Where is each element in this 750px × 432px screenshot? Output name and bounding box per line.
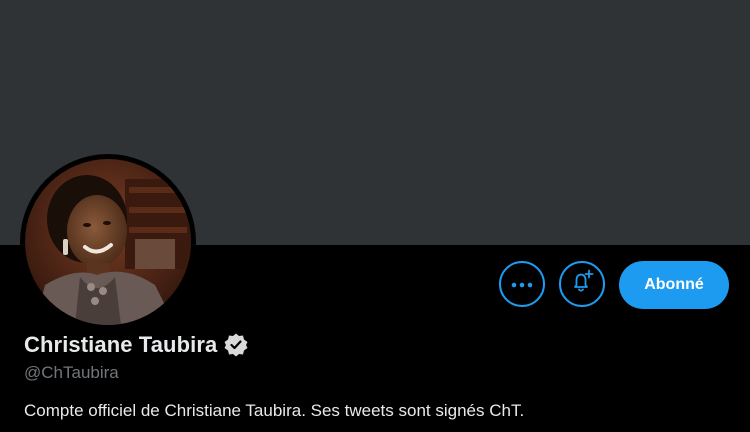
profile-bio: Compte officiel de Christiane Taubira. S…	[24, 401, 525, 420]
name-row: Christiane Taubira	[24, 332, 249, 358]
following-button[interactable]: Abonné	[619, 261, 729, 309]
more-button[interactable]	[499, 261, 545, 307]
verified-badge-icon[interactable]	[223, 332, 249, 358]
user-handle: @ChTaubira	[24, 363, 119, 382]
more-horizontal-icon	[511, 275, 533, 293]
avatar-photo	[25, 159, 191, 325]
avatar[interactable]	[20, 154, 196, 330]
display-name: Christiane Taubira	[24, 332, 218, 357]
notifications-button[interactable]	[559, 261, 605, 307]
profile-page: Abonné Christiane Taubira @ChTaubira Com…	[0, 0, 750, 432]
bell-plus-icon	[569, 269, 595, 300]
